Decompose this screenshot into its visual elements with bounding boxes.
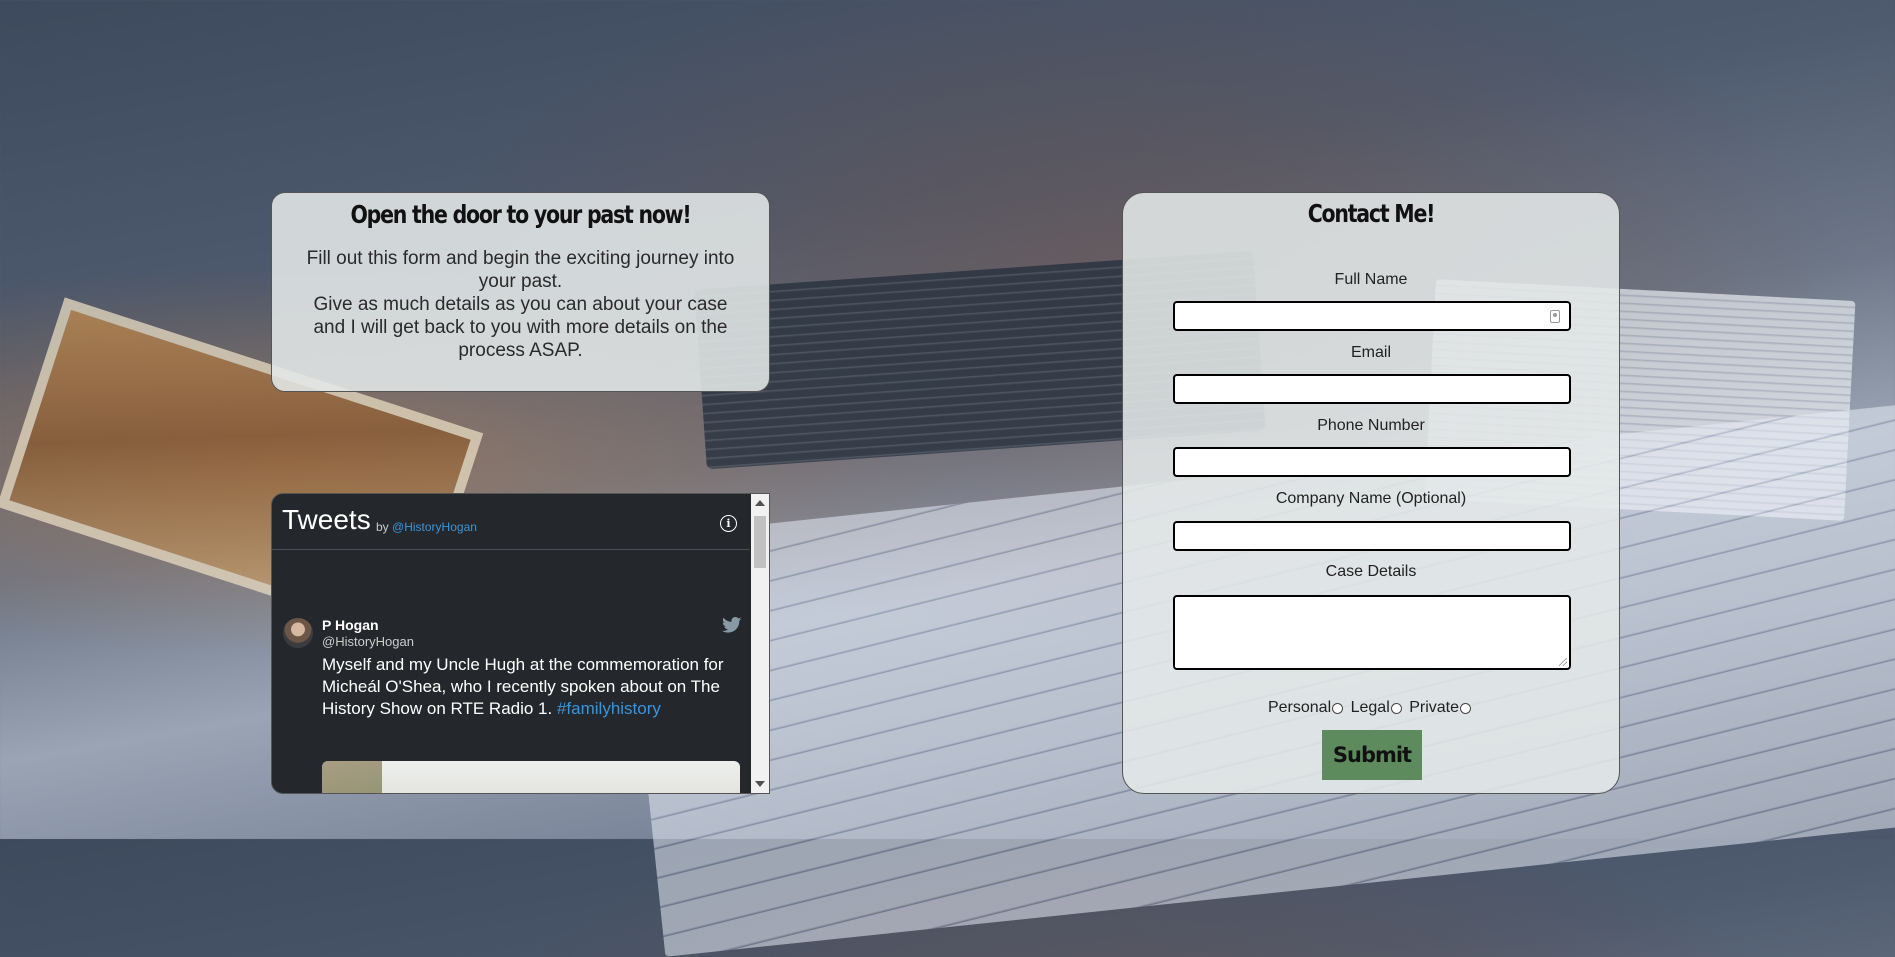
scroll-thumb[interactable] (754, 516, 766, 568)
tweet-author-handle[interactable]: @HistoryHogan (322, 634, 414, 649)
scroll-down-arrow-icon[interactable] (755, 781, 765, 787)
radio-label-legal: Legal (1351, 699, 1390, 716)
company-label: Company Name (Optional) (1123, 490, 1619, 508)
timeline-handle-link[interactable]: @HistoryHogan (392, 520, 477, 534)
radio-personal[interactable] (1332, 703, 1343, 714)
case-type-radio-group: Personal Legal Private (1123, 699, 1619, 717)
autofill-contact-icon[interactable] (1550, 310, 1560, 323)
full-name-input[interactable] (1173, 301, 1571, 331)
phone-input[interactable] (1173, 447, 1571, 477)
timeline-title: Tweets (282, 504, 371, 536)
intro-panel: Open the door to your past now! Fill out… (271, 192, 770, 392)
intro-paragraph-2: Give as much details as you can about yo… (300, 293, 741, 362)
byline-label: by (376, 520, 389, 534)
avatar[interactable] (283, 618, 313, 648)
email-input[interactable] (1173, 374, 1571, 404)
case-details-textarea[interactable] (1173, 595, 1571, 670)
photo-tree (322, 761, 382, 794)
company-input[interactable] (1173, 521, 1571, 551)
twitter-timeline-widget[interactable]: Tweets by @HistoryHogan i P Hogan @Histo… (271, 493, 770, 794)
tweet-text: Myself and my Uncle Hugh at the commemor… (322, 654, 742, 720)
intro-paragraph-1: Fill out this form and begin the excitin… (300, 247, 741, 293)
radio-label-personal: Personal (1268, 699, 1331, 716)
radio-legal[interactable] (1391, 703, 1402, 714)
email-label: Email (1123, 344, 1619, 362)
resize-grip-icon[interactable] (1559, 658, 1567, 666)
tweet-author-name[interactable]: P Hogan (322, 617, 379, 633)
info-icon[interactable]: i (720, 515, 737, 532)
radio-private[interactable] (1460, 703, 1471, 714)
tweet-hashtag-link[interactable]: #familyhistory (557, 699, 661, 718)
timeline-byline: by @HistoryHogan (376, 520, 477, 534)
contact-form-panel: Contact Me! Full Name Email Phone Number… (1122, 192, 1620, 794)
case-details-label: Case Details (1123, 563, 1619, 581)
radio-label-private: Private (1409, 699, 1459, 716)
twitter-bird-icon[interactable] (722, 617, 742, 633)
contact-title: Contact Me! (1168, 193, 1575, 228)
timeline-scrollbar[interactable] (751, 494, 769, 793)
full-name-label: Full Name (1123, 271, 1619, 289)
submit-button[interactable]: Submit (1322, 730, 1422, 780)
intro-title: Open the door to your past now! (317, 193, 725, 229)
scroll-up-arrow-icon[interactable] (755, 500, 765, 506)
timeline-header: Tweets by @HistoryHogan i (272, 494, 749, 550)
intro-text: Fill out this form and begin the excitin… (300, 247, 741, 362)
tweet-photo[interactable] (322, 761, 740, 794)
phone-label: Phone Number (1123, 417, 1619, 435)
tweet-body: Myself and my Uncle Hugh at the commemor… (322, 655, 724, 718)
